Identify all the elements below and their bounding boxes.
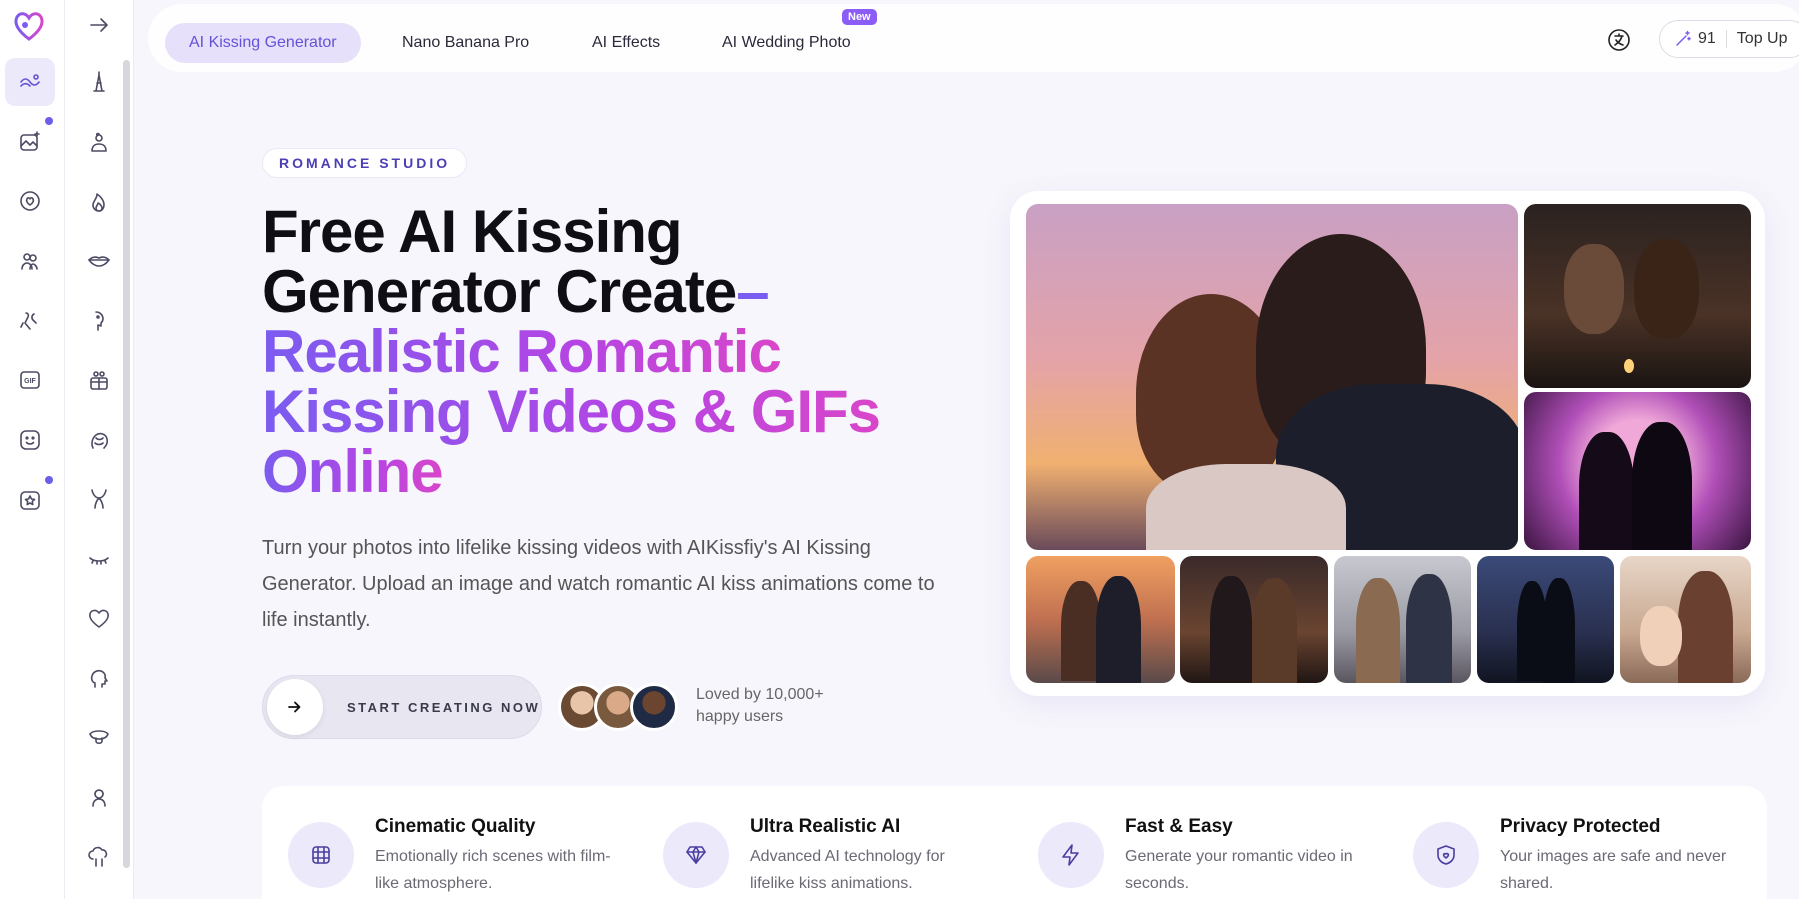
avatar	[630, 683, 678, 731]
primary-sidebar: GIF	[0, 0, 65, 899]
tongue-icon[interactable]	[82, 720, 116, 754]
language-icon[interactable]	[1606, 27, 1632, 53]
new-badge: New	[842, 9, 877, 25]
notification-dot	[45, 117, 53, 125]
flame-icon[interactable]	[82, 185, 116, 219]
headline-gradient-2: Kissing Videos & GIFs	[262, 378, 881, 445]
feature-description: Your images are safe and never shared.	[1500, 848, 1727, 892]
image-gallery	[1010, 191, 1765, 696]
feature-description: Advanced AI technology for lifelike kiss…	[750, 848, 945, 892]
top-up-button[interactable]: Top Up	[1737, 30, 1788, 48]
feature-description: Emotionally rich scenes with film-like a…	[375, 848, 611, 892]
gallery-image-family[interactable]	[1620, 556, 1751, 683]
page-title: Free AI Kissing Generator Create– Realis…	[262, 202, 982, 502]
heart-circle-icon[interactable]	[5, 177, 55, 225]
image-sparkle-icon[interactable]	[5, 118, 55, 166]
tab-ai-effects[interactable]: AI Effects	[568, 23, 684, 63]
feature-title: Ultra Realistic AI	[750, 816, 901, 837]
gallery-image-sunset[interactable]	[1026, 556, 1175, 683]
arrow-right-icon	[267, 679, 323, 735]
feature-card: Fast & Easy Generate your romantic video…	[1012, 786, 1382, 899]
tab-nano-banana-pro[interactable]: Nano Banana Pro	[378, 23, 553, 63]
feature-card: Cinematic Quality Emotionally rich scene…	[262, 786, 632, 899]
credits-panel[interactable]: 91 Top Up	[1659, 20, 1799, 58]
divider	[1725, 30, 1727, 48]
romance-studio-badge: ROMANCE STUDIO	[262, 148, 468, 178]
headline-gradient-3: Online	[262, 438, 444, 505]
tab-ai-kissing-generator[interactable]: AI Kissing Generator	[165, 23, 361, 63]
credits-count: 91	[1698, 30, 1716, 47]
cloud-couple-icon[interactable]	[82, 840, 116, 874]
heart-icon[interactable]	[82, 601, 116, 635]
smile-icon[interactable]	[5, 416, 55, 464]
social-proof-line-2: happy users	[696, 708, 784, 725]
arrow-right-icon[interactable]	[82, 8, 116, 42]
social-proof: Loved by 10,000+ happy users	[696, 684, 856, 728]
couple-icon[interactable]	[5, 237, 55, 285]
couple-heart-icon[interactable]	[82, 125, 116, 159]
social-proof-line-1: Loved by 10,000+	[696, 686, 824, 703]
start-creating-button[interactable]: START CREATING NOW	[262, 675, 542, 739]
notification-dot	[45, 476, 53, 484]
tower-icon[interactable]	[82, 65, 116, 99]
sidebar-scrollbar[interactable]	[123, 60, 130, 868]
logo-heart-icon[interactable]	[9, 6, 49, 46]
gallery-main-image[interactable]	[1026, 204, 1518, 550]
lightning-icon	[1038, 822, 1104, 888]
hero-description: Turn your photos into lifelike kissing v…	[262, 537, 935, 631]
gallery-image-night-city[interactable]	[1477, 556, 1614, 683]
woman-icon[interactable]	[82, 780, 116, 814]
headline-line-2: Generator Create	[262, 258, 737, 325]
feature-description: Generate your romantic video in seconds.	[1125, 848, 1353, 892]
svg-text:GIF: GIF	[24, 378, 36, 385]
gallery-image-silhouette[interactable]	[1524, 392, 1751, 550]
gallery-image-cafe[interactable]	[1180, 556, 1328, 683]
hug-icon[interactable]	[5, 297, 55, 345]
eyelash-icon[interactable]	[82, 542, 116, 576]
feature-card: Privacy Protected Your images are safe a…	[1387, 786, 1757, 899]
shield-icon	[1413, 822, 1479, 888]
magic-wand-icon	[1674, 30, 1692, 48]
lips-icon[interactable]	[82, 244, 116, 278]
top-navigation: AI Kissing Generator Nano Banana Pro AI …	[148, 4, 1799, 72]
feature-title: Cinematic Quality	[375, 816, 536, 837]
feature-title: Privacy Protected	[1500, 816, 1661, 837]
gif-icon[interactable]: GIF	[5, 356, 55, 404]
headline-dash: –	[736, 258, 769, 325]
kiss-icon[interactable]	[5, 58, 55, 106]
gallery-image-candle-dinner[interactable]	[1524, 204, 1751, 388]
feature-title: Fast & Easy	[1125, 816, 1233, 837]
headline-line-1: Free AI Kissing	[262, 198, 683, 265]
headline-gradient-1: Realistic Romantic	[262, 318, 782, 385]
cta-label: START CREATING NOW	[347, 699, 541, 715]
film-icon	[288, 822, 354, 888]
gift-couple-icon[interactable]	[82, 363, 116, 397]
body-icon[interactable]	[82, 482, 116, 516]
hair-icon[interactable]	[82, 423, 116, 457]
profile-icon[interactable]	[82, 661, 116, 695]
features-section: Cinematic Quality Emotionally rich scene…	[262, 786, 1767, 899]
feature-card: Ultra Realistic AI Advanced AI technolog…	[637, 786, 1007, 899]
whisper-icon[interactable]	[82, 304, 116, 338]
tab-ai-wedding-photo[interactable]: AI Wedding Photo	[698, 23, 875, 63]
diamond-icon	[663, 822, 729, 888]
gallery-image-winter[interactable]	[1334, 556, 1471, 683]
